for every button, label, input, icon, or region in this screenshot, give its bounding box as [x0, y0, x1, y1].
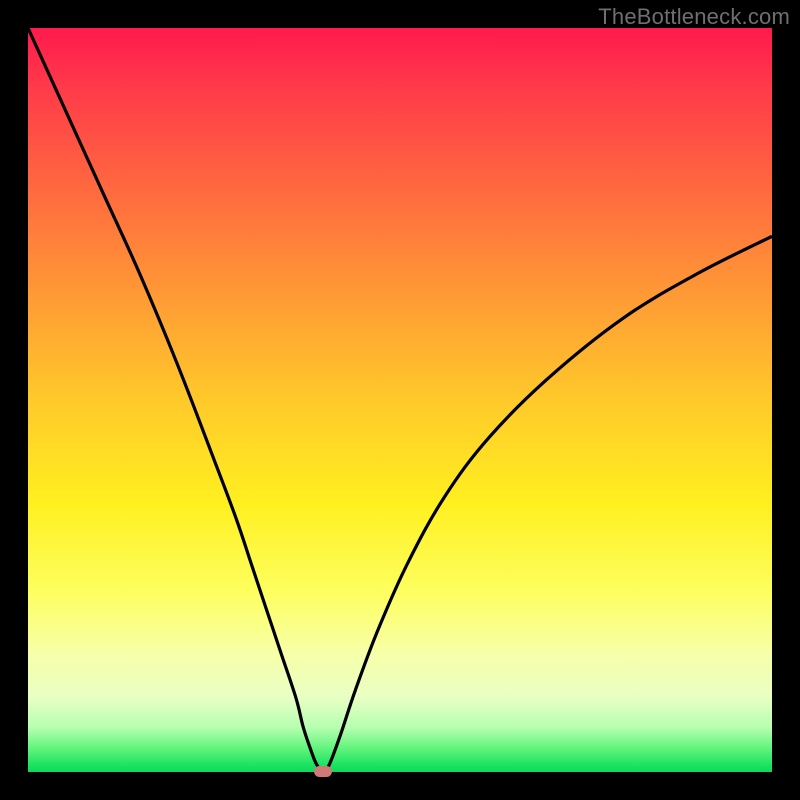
watermark-text: TheBottleneck.com: [598, 4, 790, 30]
bottleneck-curve: [28, 28, 772, 772]
minimum-marker: [314, 766, 332, 777]
chart-frame: TheBottleneck.com: [0, 0, 800, 800]
plot-area: [28, 28, 772, 772]
curve-path: [28, 28, 772, 772]
